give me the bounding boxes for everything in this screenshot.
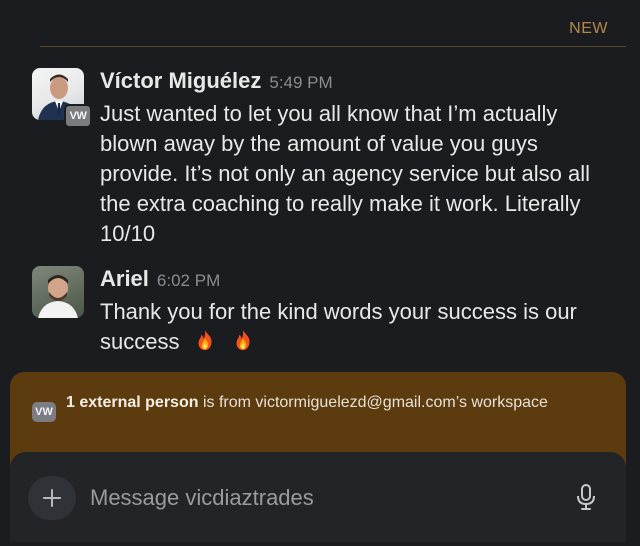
- microphone-icon: [577, 484, 595, 510]
- voice-message-button[interactable]: [574, 482, 598, 512]
- sender-name[interactable]: Ariel: [100, 266, 149, 292]
- fire-icon: [198, 329, 212, 351]
- external-badge: VW: [32, 402, 56, 422]
- message-text: Thank you for the kind words your succes…: [100, 297, 612, 357]
- external-banner-text: 1 external person is from victormiguelez…: [66, 392, 586, 413]
- new-messages-divider: [40, 46, 626, 47]
- channel-view: NEW VW Víctor Miguélez 5:49 PM Just want…: [0, 0, 640, 546]
- message-item[interactable]: VW Víctor Miguélez 5:49 PM Just wanted t…: [32, 68, 612, 249]
- external-banner-detail: is from victormiguelezd@gmail.com’s work…: [198, 394, 548, 411]
- new-messages-label: NEW: [569, 20, 608, 37]
- message-item[interactable]: Ariel 6:02 PM Thank you for the kind wor…: [32, 266, 612, 357]
- timestamp[interactable]: 6:02 PM: [157, 271, 220, 291]
- person-photo-icon: [38, 275, 78, 318]
- timestamp[interactable]: 5:49 PM: [269, 73, 332, 93]
- fire-icon: [236, 329, 250, 351]
- external-badge: VW: [64, 104, 92, 128]
- external-count-link[interactable]: 1 external person: [66, 394, 199, 411]
- sender-name[interactable]: Víctor Miguélez: [100, 68, 261, 94]
- message-input[interactable]: [88, 479, 532, 517]
- message-text-content: Thank you for the kind words your succes…: [100, 299, 577, 354]
- message-text: Just wanted to let you all know that I’m…: [100, 101, 590, 246]
- plus-icon: [43, 489, 61, 507]
- avatar[interactable]: [32, 266, 84, 318]
- add-attachment-button[interactable]: [28, 476, 76, 520]
- message-composer: [10, 452, 626, 542]
